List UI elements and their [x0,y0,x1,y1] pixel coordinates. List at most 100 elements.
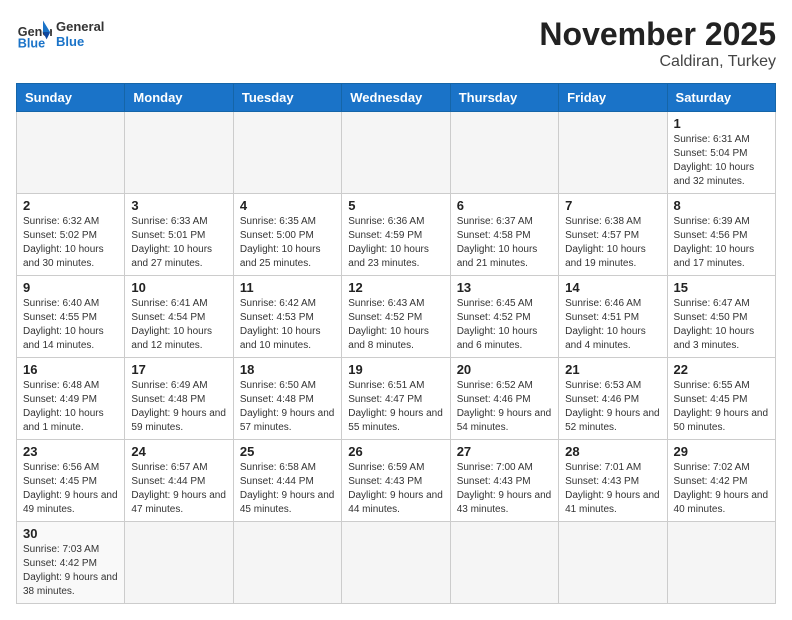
calendar-cell: 23Sunrise: 6:56 AM Sunset: 4:45 PM Dayli… [17,440,125,522]
calendar-week-3: 9 Sunrise: 6:40 AM Sunset: 4:55 PM Daylig… [17,276,776,358]
day-info: Sunrise: 6:48 AM Sunset: 4:49 PM Dayligh… [23,379,118,435]
month-title: November 2025 [539,16,776,53]
day-info: Sunrise: 6:49 AM Sunset: 4:48 PM Dayligh… [131,379,226,435]
day-number: 15 [674,280,769,295]
day-number: 13 [457,280,552,295]
calendar-cell: 29Sunrise: 7:02 AM Sunset: 4:42 PM Dayli… [667,440,775,522]
day-header-friday: Friday [559,84,667,112]
day-info: Sunrise: 6:42 AM Sunset: 4:53 PM Dayligh… [240,297,335,353]
day-number: 17 [131,362,226,377]
day-number: 19 [348,362,443,377]
calendar-cell: 21 Sunrise: 6:53 AM Sunset: 4:46 PM Dayli… [559,358,667,440]
calendar-cell: 4Sunrise: 6:35 AM Sunset: 5:00 PM Daylig… [233,194,341,276]
day-number: 20 [457,362,552,377]
day-number: 12 [348,280,443,295]
calendar-header-row: SundayMondayTuesdayWednesdayThursdayFrid… [17,84,776,112]
day-info: Sunrise: 6:57 AM Sunset: 4:44 PM Dayligh… [131,461,226,517]
day-header-monday: Monday [125,84,233,112]
calendar-cell [233,522,341,604]
day-header-saturday: Saturday [667,84,775,112]
calendar-cell: 7Sunrise: 6:38 AM Sunset: 4:57 PM Daylig… [559,194,667,276]
day-info: Sunrise: 7:01 AM Sunset: 4:43 PM Dayligh… [565,461,660,517]
calendar-cell [17,112,125,194]
day-info: Sunrise: 6:58 AM Sunset: 4:44 PM Dayligh… [240,461,335,517]
day-info: Sunrise: 6:51 AM Sunset: 4:47 PM Dayligh… [348,379,443,435]
calendar-cell: 28 Sunrise: 7:01 AM Sunset: 4:43 PM Dayli… [559,440,667,522]
day-number: 7 [565,198,660,213]
logo-general: General [56,19,104,34]
day-info: Sunrise: 6:55 AM Sunset: 4:45 PM Dayligh… [674,379,769,435]
day-info: Sunrise: 6:59 AM Sunset: 4:43 PM Dayligh… [348,461,443,517]
calendar-week-4: 16 Sunrise: 6:48 AM Sunset: 4:49 PM Dayli… [17,358,776,440]
day-number: 14 [565,280,660,295]
calendar-week-1: 1Sunrise: 6:31 AM Sunset: 5:04 PM Daylig… [17,112,776,194]
day-number: 30 [23,526,118,541]
day-info: Sunrise: 6:39 AM Sunset: 4:56 PM Dayligh… [674,215,769,271]
calendar-cell [125,522,233,604]
day-number: 2 [23,198,118,213]
calendar-cell [667,522,775,604]
day-number: 23 [23,444,118,459]
location-title: Caldiran, Turkey [539,53,776,71]
calendar: SundayMondayTuesdayWednesdayThursdayFrid… [16,83,776,604]
day-info: Sunrise: 6:37 AM Sunset: 4:58 PM Dayligh… [457,215,552,271]
day-number: 22 [674,362,769,377]
calendar-cell: 20 Sunrise: 6:52 AM Sunset: 4:46 PM Dayli… [450,358,558,440]
calendar-cell: 5Sunrise: 6:36 AM Sunset: 4:59 PM Daylig… [342,194,450,276]
day-number: 9 [23,280,118,295]
day-info: Sunrise: 6:33 AM Sunset: 5:01 PM Dayligh… [131,215,226,271]
calendar-cell: 9 Sunrise: 6:40 AM Sunset: 4:55 PM Daylig… [17,276,125,358]
day-number: 5 [348,198,443,213]
day-number: 16 [23,362,118,377]
day-info: Sunrise: 6:50 AM Sunset: 4:48 PM Dayligh… [240,379,335,435]
calendar-cell: 10Sunrise: 6:41 AM Sunset: 4:54 PM Dayli… [125,276,233,358]
day-number: 25 [240,444,335,459]
day-info: Sunrise: 6:47 AM Sunset: 4:50 PM Dayligh… [674,297,769,353]
calendar-cell [559,522,667,604]
day-number: 26 [348,444,443,459]
day-header-thursday: Thursday [450,84,558,112]
day-info: Sunrise: 6:35 AM Sunset: 5:00 PM Dayligh… [240,215,335,271]
calendar-cell: 14 Sunrise: 6:46 AM Sunset: 4:51 PM Dayli… [559,276,667,358]
day-info: Sunrise: 7:03 AM Sunset: 4:42 PM Dayligh… [23,543,118,599]
day-header-sunday: Sunday [17,84,125,112]
calendar-cell: 8 Sunrise: 6:39 AM Sunset: 4:56 PM Daylig… [667,194,775,276]
day-info: Sunrise: 6:31 AM Sunset: 5:04 PM Dayligh… [674,133,769,189]
day-number: 6 [457,198,552,213]
calendar-cell: 3 Sunrise: 6:33 AM Sunset: 5:01 PM Daylig… [125,194,233,276]
day-info: Sunrise: 6:52 AM Sunset: 4:46 PM Dayligh… [457,379,552,435]
calendar-cell: 26 Sunrise: 6:59 AM Sunset: 4:43 PM Dayli… [342,440,450,522]
calendar-cell: 25 Sunrise: 6:58 AM Sunset: 4:44 PM Dayli… [233,440,341,522]
calendar-cell: 1Sunrise: 6:31 AM Sunset: 5:04 PM Daylig… [667,112,775,194]
day-header-wednesday: Wednesday [342,84,450,112]
calendar-cell [342,522,450,604]
day-number: 18 [240,362,335,377]
day-number: 24 [131,444,226,459]
calendar-cell: 18 Sunrise: 6:50 AM Sunset: 4:48 PM Dayli… [233,358,341,440]
day-number: 8 [674,198,769,213]
day-info: Sunrise: 6:43 AM Sunset: 4:52 PM Dayligh… [348,297,443,353]
day-info: Sunrise: 6:40 AM Sunset: 4:55 PM Dayligh… [23,297,118,353]
day-number: 3 [131,198,226,213]
day-info: Sunrise: 7:02 AM Sunset: 4:42 PM Dayligh… [674,461,769,517]
day-info: Sunrise: 6:41 AM Sunset: 4:54 PM Dayligh… [131,297,226,353]
day-info: Sunrise: 6:53 AM Sunset: 4:46 PM Dayligh… [565,379,660,435]
calendar-cell: 13Sunrise: 6:45 AM Sunset: 4:52 PM Dayli… [450,276,558,358]
calendar-cell: 27 Sunrise: 7:00 AM Sunset: 4:43 PM Dayli… [450,440,558,522]
day-info: Sunrise: 7:00 AM Sunset: 4:43 PM Dayligh… [457,461,552,517]
logo-blue: Blue [56,34,104,49]
calendar-week-6: 30 Sunrise: 7:03 AM Sunset: 4:42 PM Dayli… [17,522,776,604]
calendar-cell: 22 Sunrise: 6:55 AM Sunset: 4:45 PM Dayli… [667,358,775,440]
calendar-cell: 19 Sunrise: 6:51 AM Sunset: 4:47 PM Dayli… [342,358,450,440]
calendar-cell [559,112,667,194]
day-number: 27 [457,444,552,459]
day-number: 28 [565,444,660,459]
day-number: 11 [240,280,335,295]
calendar-cell [450,112,558,194]
calendar-cell [342,112,450,194]
title-area: November 2025 Caldiran, Turkey [539,16,776,71]
calendar-cell: 11 Sunrise: 6:42 AM Sunset: 4:53 PM Dayli… [233,276,341,358]
day-info: Sunrise: 6:46 AM Sunset: 4:51 PM Dayligh… [565,297,660,353]
calendar-week-2: 2Sunrise: 6:32 AM Sunset: 5:02 PM Daylig… [17,194,776,276]
day-number: 21 [565,362,660,377]
